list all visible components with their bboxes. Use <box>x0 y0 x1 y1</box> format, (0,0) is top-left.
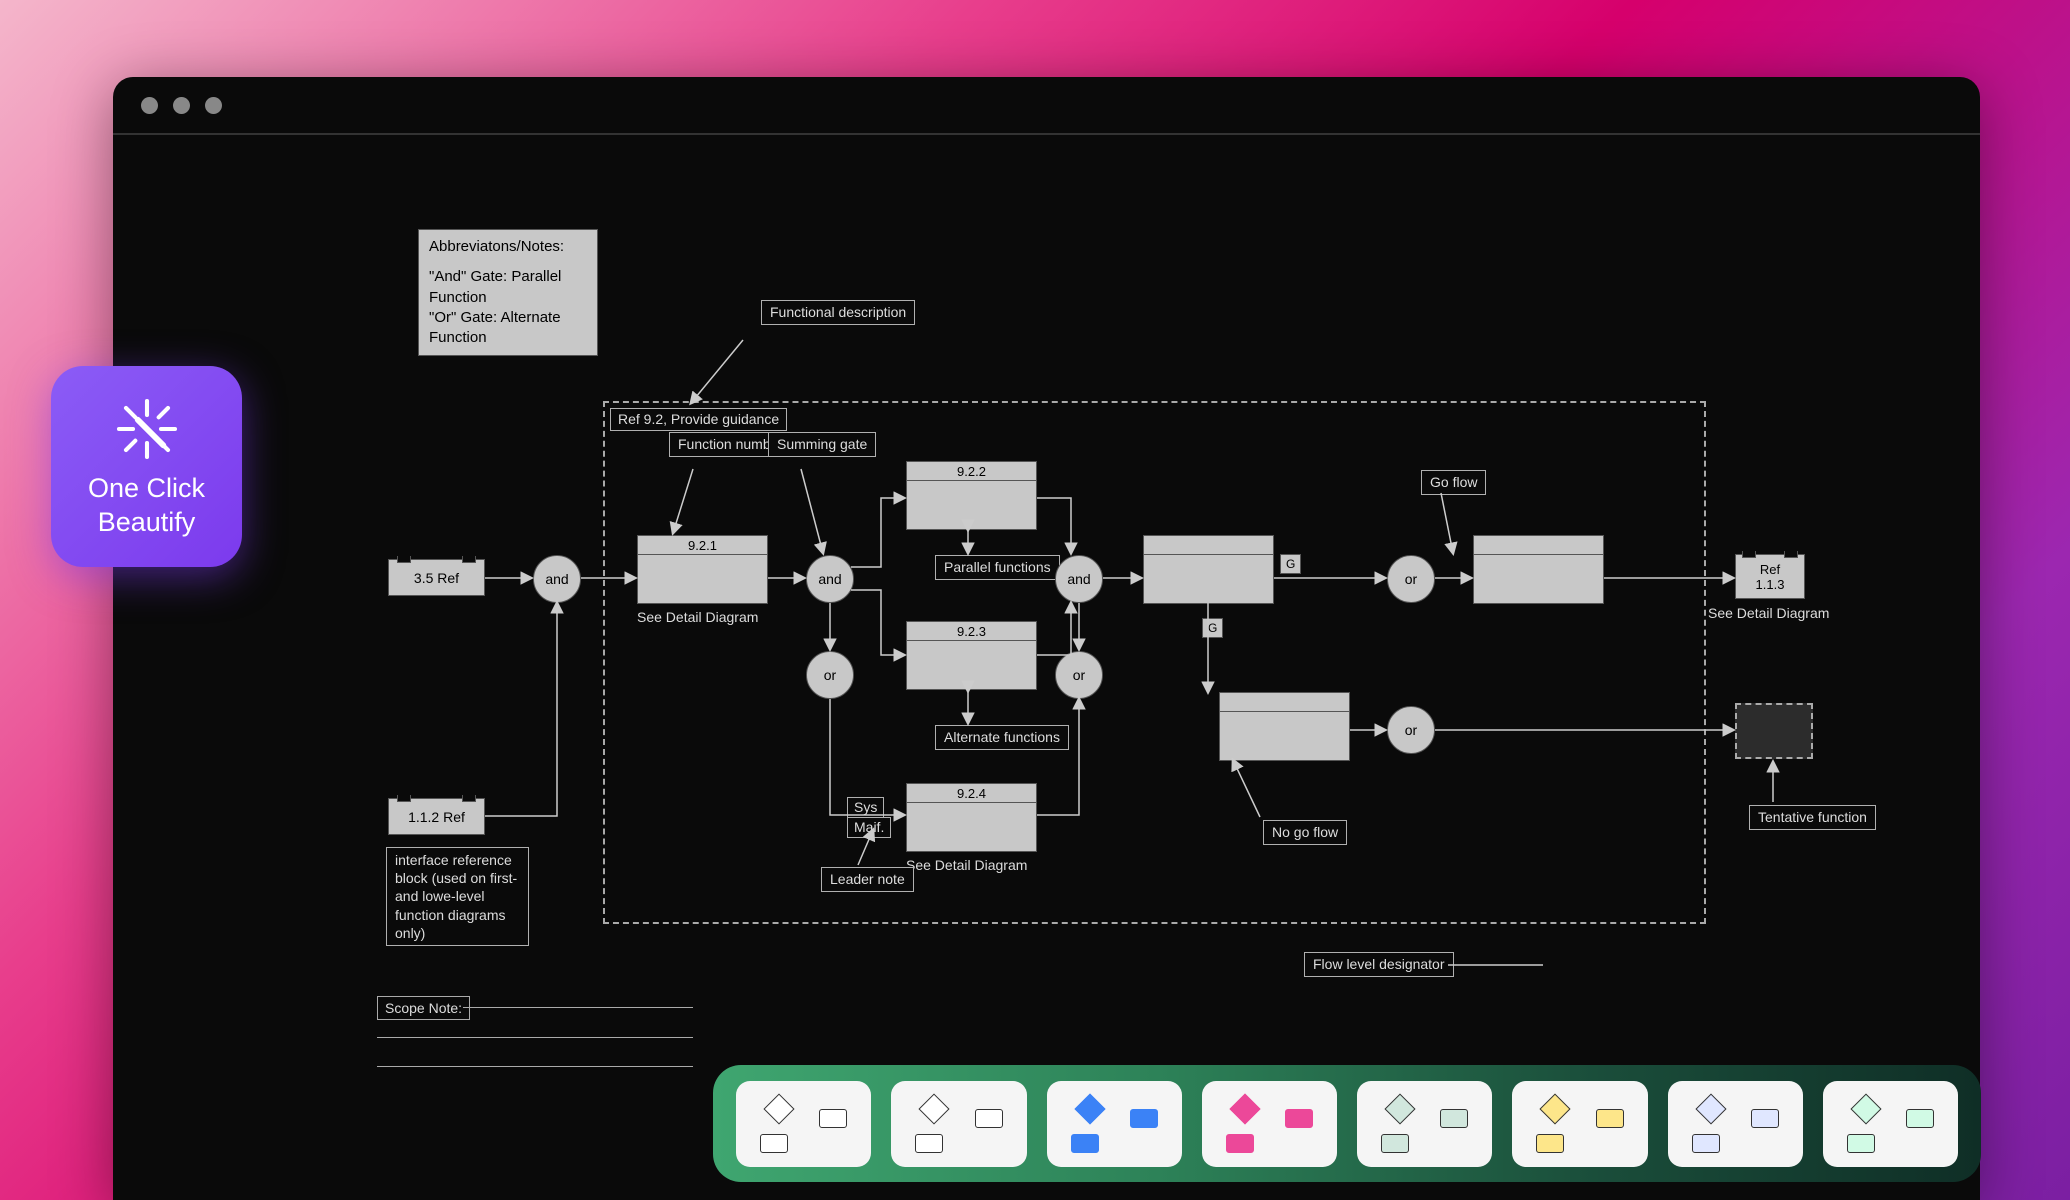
maximize-icon[interactable] <box>205 97 222 114</box>
beautify-label: One Click Beautify <box>88 472 205 540</box>
tentative-block[interactable] <box>1735 703 1813 759</box>
close-icon[interactable] <box>141 97 158 114</box>
block-plain-2[interactable] <box>1219 692 1350 761</box>
scope-note: Scope Note: <box>377 996 470 1020</box>
callout-go-flow: Go flow <box>1421 470 1486 495</box>
gate-and-2[interactable]: and <box>806 555 854 603</box>
callout-functional-description: Functional description <box>761 300 915 325</box>
gate-or-2[interactable]: or <box>1055 651 1103 699</box>
gate-and-3[interactable]: and <box>1055 555 1103 603</box>
style-option-6[interactable] <box>1512 1081 1647 1167</box>
style-tray <box>713 1065 1981 1182</box>
sparkle-icon <box>112 394 182 464</box>
maif-label: Maif. <box>847 817 891 838</box>
block-9-2-2[interactable]: 9.2.2 <box>906 461 1037 530</box>
callout-leader-note: Leader note <box>821 867 914 892</box>
callout-flow-level-designator: Flow level designator <box>1304 952 1454 977</box>
callout-alternate-functions: Alternate functions <box>935 725 1069 750</box>
sys-label: Sys <box>847 797 884 818</box>
note-and: "And" Gate: Parallel Function <box>429 267 587 308</box>
ref-1-1-3[interactable]: Ref 1.1.3 <box>1735 554 1805 599</box>
gate-or-1[interactable]: or <box>806 651 854 699</box>
gate-and-1[interactable]: and <box>533 555 581 603</box>
interface-note: interface reference block (used on first… <box>386 847 529 946</box>
diagram-canvas[interactable]: Abbreviatons/Notes: "And" Gate: Parallel… <box>113 135 1980 1200</box>
style-option-7[interactable] <box>1668 1081 1803 1167</box>
callout-tentative-function: Tentative function <box>1749 805 1876 830</box>
callout-summing-gate: Summing gate <box>768 432 876 457</box>
note-or: "Or" Gate: Alternate Function <box>429 308 587 349</box>
caption-see-detail-2: See Detail Diagram <box>906 857 1027 873</box>
style-option-8[interactable] <box>1823 1081 1958 1167</box>
minimize-icon[interactable] <box>173 97 190 114</box>
g-badge-1: G <box>1280 554 1301 574</box>
gate-or-4[interactable]: or <box>1387 706 1435 754</box>
frame-title: Ref 9.2, Provide guidance <box>610 408 787 431</box>
block-9-2-1[interactable]: 9.2.1 <box>637 535 768 604</box>
style-option-2[interactable] <box>891 1081 1026 1167</box>
callout-no-go-flow: No go flow <box>1263 820 1347 845</box>
style-option-4[interactable] <box>1202 1081 1337 1167</box>
block-9-2-3[interactable]: 9.2.3 <box>906 621 1037 690</box>
caption-see-detail-1: See Detail Diagram <box>637 609 758 625</box>
style-option-3[interactable] <box>1047 1081 1182 1167</box>
block-plain-1[interactable] <box>1143 535 1274 604</box>
browser-titlebar <box>113 77 1980 135</box>
ref-1-1-2[interactable]: 1.1.2 Ref <box>388 798 485 835</box>
g-badge-2: G <box>1202 618 1223 638</box>
note-title: Abbreviatons/Notes: <box>429 237 587 257</box>
abbreviations-note: Abbreviatons/Notes: "And" Gate: Parallel… <box>418 229 598 356</box>
ref-3-5[interactable]: 3.5 Ref <box>388 559 485 596</box>
browser-window: Abbreviatons/Notes: "And" Gate: Parallel… <box>113 77 1980 1200</box>
gate-or-3[interactable]: or <box>1387 555 1435 603</box>
dashed-frame <box>603 401 1706 924</box>
callout-parallel-functions: Parallel functions <box>935 555 1060 580</box>
block-9-2-4[interactable]: 9.2.4 <box>906 783 1037 852</box>
block-plain-3[interactable] <box>1473 535 1604 604</box>
caption-see-detail-3: See Detail Diagram <box>1708 605 1829 621</box>
style-option-1[interactable] <box>736 1081 871 1167</box>
one-click-beautify-button[interactable]: One Click Beautify <box>51 366 242 567</box>
style-option-5[interactable] <box>1357 1081 1492 1167</box>
